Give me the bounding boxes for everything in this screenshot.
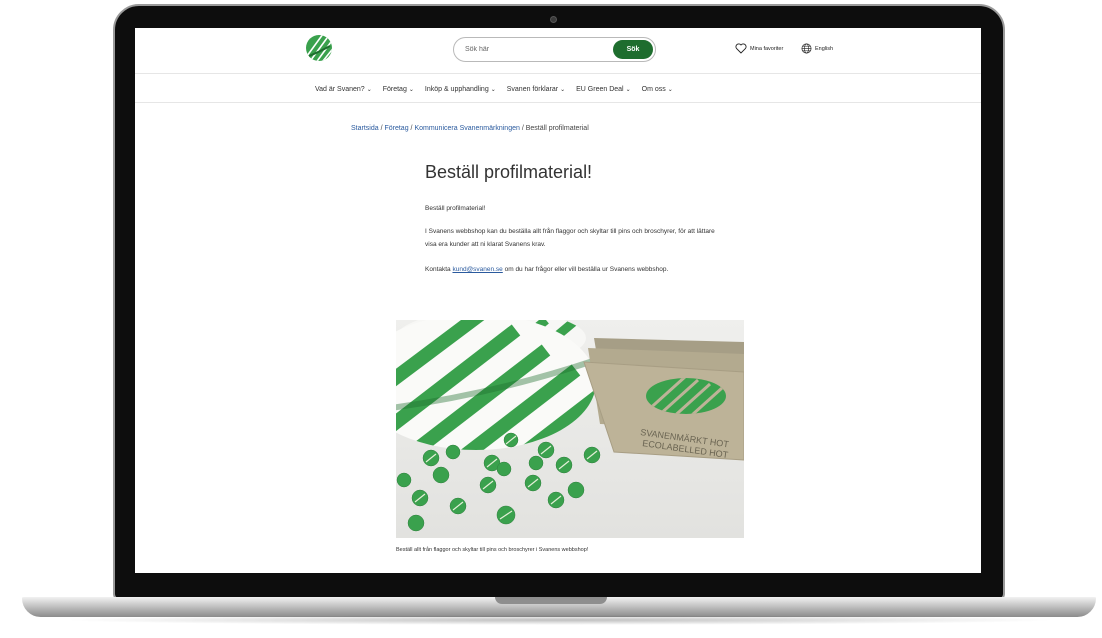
webcam	[550, 16, 557, 23]
chevron-down-icon: ⌄	[560, 86, 566, 93]
main-navigation: Vad är Svanen? ⌄ Företag ⌄ Inköp & upphand…	[135, 73, 981, 103]
favorites-link[interactable]: Mina favoriter	[735, 43, 783, 54]
nav-item-vad-ar-svanen[interactable]: Vad är Svanen? ⌄	[315, 86, 372, 93]
nav-item-foretag[interactable]: Företag ⌄	[383, 86, 414, 93]
globe-icon	[801, 43, 812, 54]
chevron-down-icon: ⌄	[625, 86, 631, 93]
laptop-notch	[495, 597, 607, 604]
browser-viewport: Sök Mina favoriter English Vad är Svanen…	[135, 28, 981, 573]
email-link[interactable]: kund@svanen.se	[452, 266, 502, 273]
nav-item-svanen-forklarar[interactable]: Svanen förklarar ⌄	[507, 86, 565, 93]
nav-item-om-oss[interactable]: Om oss ⌄	[642, 86, 673, 93]
search-box: Sök	[453, 37, 656, 62]
language-switch[interactable]: English	[801, 43, 833, 54]
heart-icon	[735, 43, 747, 54]
search-button[interactable]: Sök	[613, 40, 653, 59]
profile-material-photo: SVANENMÄRKT HOT ECOLABELLED HOT	[396, 320, 744, 538]
search-input[interactable]	[454, 38, 604, 61]
chevron-down-icon: ⌄	[490, 86, 496, 93]
site-header: Sök Mina favoriter English	[135, 28, 981, 73]
intro-paragraph: Beställ profilmaterial!	[425, 205, 486, 212]
body-paragraph-1: I Svanens webbshop kan du beställa allt …	[425, 228, 715, 248]
photo-caption: Beställ allt från flaggor och skyltar ti…	[396, 547, 589, 553]
language-label: English	[815, 45, 834, 52]
nav-item-inkop[interactable]: Inköp & upphandling ⌄	[425, 86, 496, 93]
breadcrumb-communicate[interactable]: Kommunicera Svanenmärkningen	[414, 125, 519, 132]
chevron-down-icon: ⌄	[366, 86, 372, 93]
chevron-down-icon: ⌄	[667, 86, 673, 93]
swan-logo-icon[interactable]	[305, 34, 333, 62]
breadcrumb-company[interactable]: Företag	[384, 125, 408, 132]
nav-item-eu-green-deal[interactable]: EU Green Deal ⌄	[576, 86, 631, 93]
favorites-label: Mina favoriter	[750, 45, 784, 52]
body-paragraph-2: Kontakta kund@svanen.se om du har frågor…	[425, 266, 669, 273]
breadcrumb: Startsida / Företag / Kommunicera Svanen…	[351, 125, 589, 132]
chevron-down-icon: ⌄	[408, 86, 414, 93]
breadcrumb-home[interactable]: Startsida	[351, 125, 379, 132]
breadcrumb-current: Beställ profilmaterial	[525, 125, 589, 132]
laptop-shadow	[60, 615, 1060, 625]
page-title: Beställ profilmaterial!	[425, 162, 593, 182]
